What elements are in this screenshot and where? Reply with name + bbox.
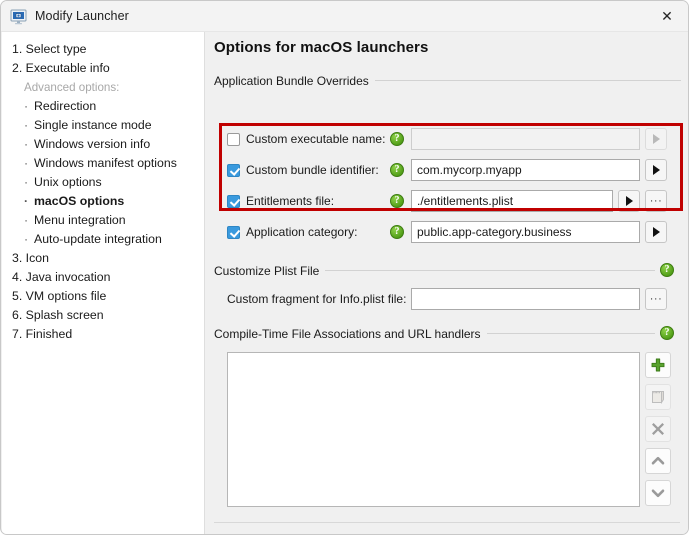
chevron-right-icon xyxy=(652,134,660,144)
sidebar-item-windows-version-info[interactable]: · Windows version info xyxy=(2,135,204,154)
sidebar-item-single-instance-mode[interactable]: · Single instance mode xyxy=(2,116,204,135)
browse-button-custom-fragment-info-plist[interactable]: ··· xyxy=(645,288,667,310)
bullet-icon: · xyxy=(24,213,29,227)
label-application-category: Application category: xyxy=(246,225,358,239)
ellipsis-icon: ··· xyxy=(649,195,663,207)
sidebar-item-label: Windows manifest options xyxy=(34,156,177,170)
sidebar-section-advanced-options: Advanced options: xyxy=(24,81,120,94)
ellipsis-icon: ··· xyxy=(649,293,663,305)
group-label-file-associations: Compile-Time File Associations and URL h… xyxy=(214,327,487,341)
checkbox-custom-executable-name[interactable] xyxy=(227,133,240,146)
sidebar-item-menu-integration[interactable]: · Menu integration xyxy=(2,211,204,230)
sidebar-item-java-invocation[interactable]: 4. Java invocation xyxy=(2,268,204,287)
page-title: Options for macOS launchers xyxy=(214,39,429,56)
group-label-bundle-overrides: Application Bundle Overrides xyxy=(214,74,375,88)
label-custom-executable-name: Custom executable name: xyxy=(246,132,386,146)
sidebar-item-vm-options-file[interactable]: 5. VM options file xyxy=(2,287,204,306)
input-entitlements-file[interactable]: ./entitlements.plist xyxy=(411,190,613,212)
sidebar-item-label: Unix options xyxy=(34,175,102,189)
window-title: Modify Launcher xyxy=(35,9,129,23)
edit-note-icon xyxy=(652,391,664,405)
sidebar-item-splash-screen[interactable]: 6. Splash screen xyxy=(2,306,204,325)
add-association-button[interactable] xyxy=(645,352,671,378)
file-associations-listbox[interactable] xyxy=(227,352,640,507)
sidebar-item-icon[interactable]: 3. Icon xyxy=(2,249,204,268)
bullet-icon: · xyxy=(24,156,29,170)
chevron-right-icon xyxy=(652,227,660,237)
input-custom-executable-name xyxy=(411,128,640,150)
titlebar: Modify Launcher ✕ xyxy=(1,1,688,32)
sidebar-item-auto-update-integration[interactable]: · Auto-update integration xyxy=(2,230,204,249)
move-up-button[interactable] xyxy=(645,448,671,474)
browse-button-entitlements-file[interactable]: ··· xyxy=(645,190,667,212)
input-custom-fragment-info-plist[interactable] xyxy=(411,288,640,310)
divider xyxy=(315,270,655,271)
bullet-icon: · xyxy=(24,137,29,151)
modify-launcher-window: Modify Launcher ✕ 1. Select type 2. Exec… xyxy=(0,0,689,535)
sidebar-item-label: Single instance mode xyxy=(34,118,152,132)
checkbox-entitlements-file[interactable] xyxy=(227,195,240,208)
launcher-monitor-icon xyxy=(10,8,27,25)
bullet-icon: · xyxy=(24,99,29,113)
sidebar-item-label: macOS options xyxy=(34,194,125,208)
bullet-icon: · xyxy=(24,232,29,246)
chevron-right-icon xyxy=(652,165,660,175)
sidebar-item-windows-manifest-options[interactable]: · Windows manifest options xyxy=(2,154,204,173)
sidebar-item-finished[interactable]: 7. Finished xyxy=(2,325,204,344)
sidebar-item-executable-info[interactable]: 2. Executable info xyxy=(2,59,204,78)
divider xyxy=(365,80,681,81)
help-icon-customize-plist[interactable]: ? xyxy=(660,263,674,277)
x-cross-icon xyxy=(652,423,664,435)
options-panel: Options for macOS launchers Application … xyxy=(205,32,688,534)
help-icon-custom-executable-name[interactable]: ? xyxy=(390,132,404,146)
input-application-category[interactable]: public.app-category.business xyxy=(411,221,640,243)
sidebar-item-label: Auto-update integration xyxy=(34,232,162,246)
chevron-up-icon xyxy=(651,456,665,465)
edit-association-button xyxy=(645,384,671,410)
bullet-icon: · xyxy=(24,175,29,189)
chevron-right-icon xyxy=(625,196,633,206)
plus-icon xyxy=(651,358,665,372)
input-custom-bundle-identifier[interactable]: com.mycorp.myapp xyxy=(411,159,640,181)
chevron-down-icon xyxy=(651,489,665,498)
move-down-button[interactable] xyxy=(645,480,671,506)
help-icon-application-category[interactable]: ? xyxy=(390,225,404,239)
help-icon-entitlements-file[interactable]: ? xyxy=(390,194,404,208)
remove-association-button xyxy=(645,416,671,442)
sidebar-item-label: Menu integration xyxy=(34,213,126,227)
label-custom-fragment-info-plist: Custom fragment for Info.plist file: xyxy=(227,292,407,306)
wizard-step-sidebar: 1. Select type 2. Executable info Advanc… xyxy=(2,32,205,534)
checkbox-application-category[interactable] xyxy=(227,226,240,239)
sidebar-item-label: Windows version info xyxy=(34,137,151,151)
dropdown-button-custom-bundle-identifier[interactable] xyxy=(645,159,667,181)
bullet-icon: · xyxy=(24,118,29,132)
dropdown-button-application-category[interactable] xyxy=(645,221,667,243)
sidebar-item-macos-options[interactable]: · macOS options xyxy=(2,192,204,211)
bullet-icon: · xyxy=(24,194,29,208)
label-custom-bundle-identifier: Custom bundle identifier: xyxy=(246,163,379,177)
help-icon-file-associations[interactable]: ? xyxy=(660,326,674,340)
sidebar-item-redirection[interactable]: · Redirection xyxy=(2,97,204,116)
checkbox-custom-bundle-identifier[interactable] xyxy=(227,164,240,177)
dropdown-button-entitlements-file[interactable] xyxy=(618,190,640,212)
dropdown-button-custom-executable-name xyxy=(645,128,667,150)
label-entitlements-file: Entitlements file: xyxy=(246,194,335,208)
close-icon[interactable]: ✕ xyxy=(644,1,688,32)
group-label-customize-plist: Customize Plist File xyxy=(214,264,326,278)
footer-divider xyxy=(214,522,680,523)
sidebar-item-label: Redirection xyxy=(34,99,97,113)
sidebar-item-select-type[interactable]: 1. Select type xyxy=(2,40,204,59)
sidebar-item-unix-options[interactable]: · Unix options xyxy=(2,173,204,192)
help-icon-custom-bundle-identifier[interactable]: ? xyxy=(390,163,404,177)
